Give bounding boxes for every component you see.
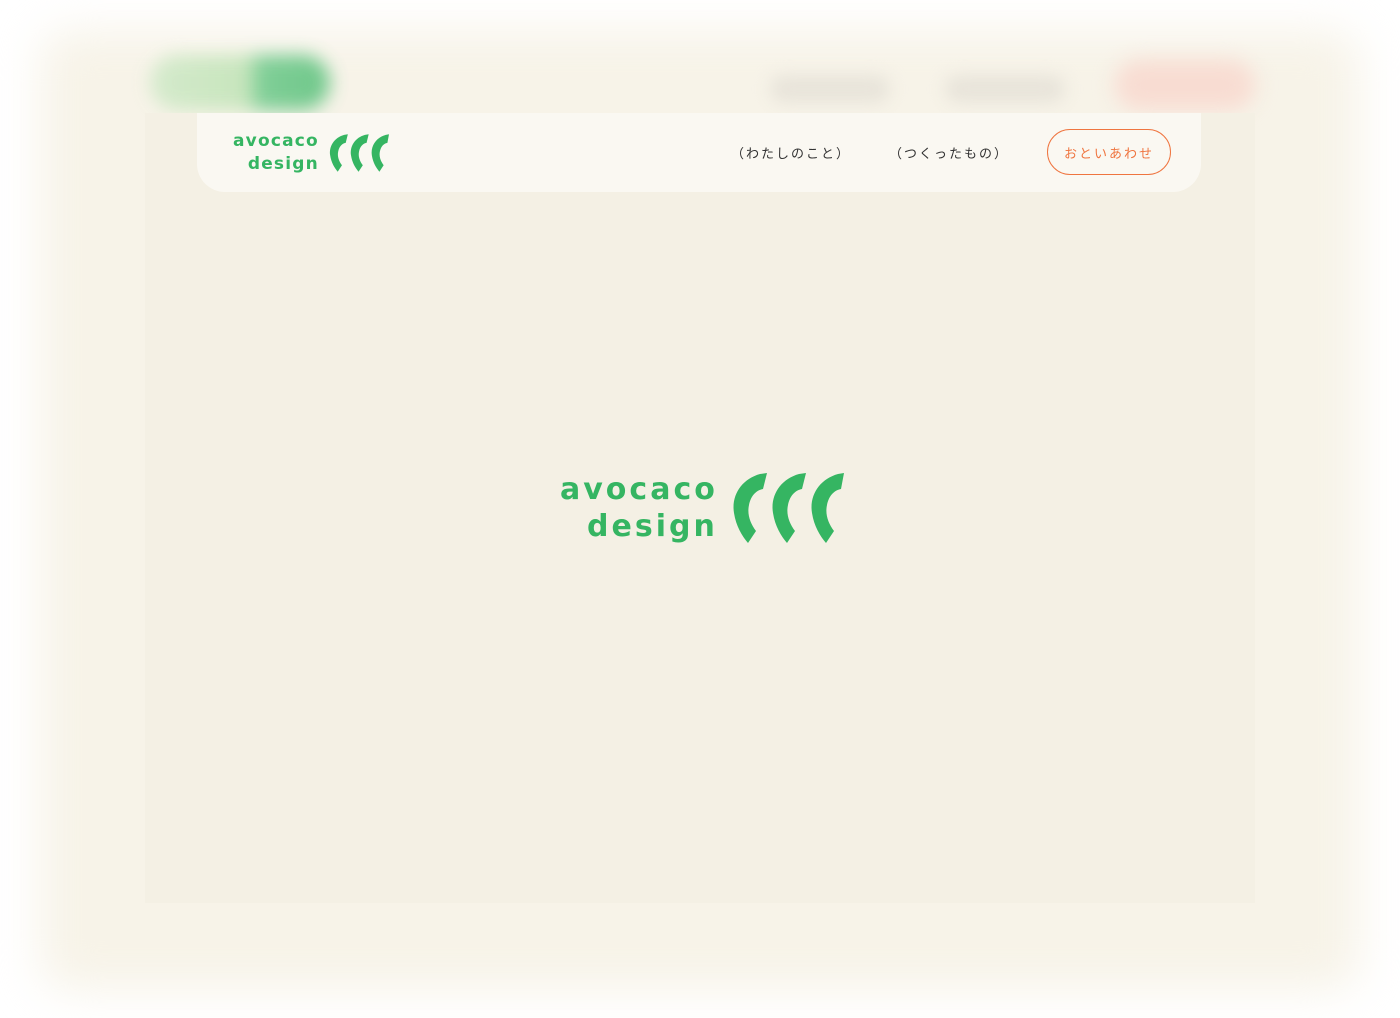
hero-word-avocaco: avocaco — [560, 472, 718, 507]
site-header: avocaco design （わたしのこと） （つくったもの） おといあわせ — [197, 113, 1201, 192]
hero-word-design: design — [587, 509, 718, 544]
logo-word-design: design — [247, 154, 319, 174]
main-nav: （わたしのこと） （つくったもの） おといあわせ — [731, 129, 1171, 175]
hero-logo: avocaco design — [560, 471, 844, 545]
logo-word-avocaco: avocaco — [233, 131, 319, 151]
nav-link-about[interactable]: （わたしのこと） — [731, 143, 851, 162]
header-logo-link[interactable]: avocaco design — [233, 130, 389, 176]
blurred-nav-ghost — [945, 75, 1065, 103]
hero-logo-text: avocaco design — [560, 471, 718, 545]
blurred-nav-ghost — [770, 75, 890, 103]
browser-viewport: avocaco design （わたしのこと） （つくったもの） おといあわせ — [145, 113, 1255, 903]
blurred-logo-ghost — [150, 55, 330, 110]
nav-link-works[interactable]: （つくったもの） — [889, 143, 1009, 162]
avocado-leaf-logo-icon — [733, 473, 844, 543]
page: avocaco design （わたしのこと） （つくったもの） おといあわせ — [0, 0, 1400, 1018]
blurred-button-ghost — [1115, 60, 1255, 110]
header-logo-text: avocaco design — [233, 130, 319, 176]
avocado-leaf-logo-icon — [329, 134, 389, 172]
contact-button[interactable]: おといあわせ — [1047, 129, 1171, 175]
